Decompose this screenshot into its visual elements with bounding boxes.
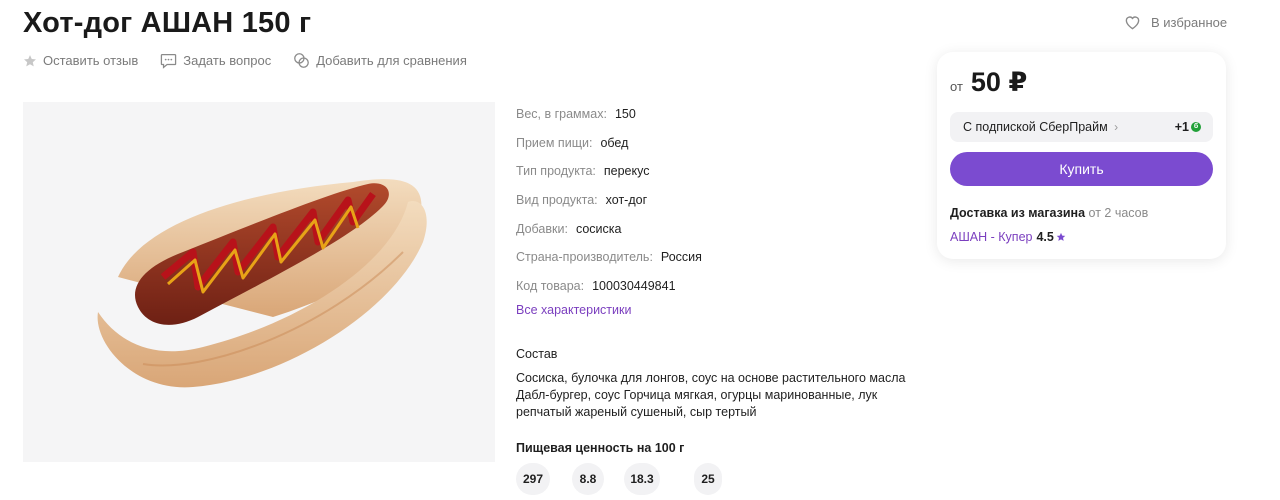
spec-row-additives: Добавки: сосиска	[516, 214, 702, 243]
leave-review-button[interactable]: Оставить отзыв	[23, 53, 138, 68]
page-title: Хот-дог АШАН 150 г	[23, 7, 312, 39]
nutrition-values: 297 8.8 18.3 25	[516, 463, 742, 495]
spec-row-country: Страна-производитель: Россия	[516, 243, 702, 272]
spec-row-product-type: Тип продукта: перекус	[516, 157, 702, 186]
hotdog-image	[97, 179, 427, 388]
spec-value: Россия	[660, 250, 702, 265]
spec-key: Прием пищи:	[516, 135, 593, 150]
spec-key: Страна-производитель:	[516, 250, 653, 265]
star-icon	[24, 54, 36, 66]
spec-value: 100030449841	[592, 278, 676, 293]
chat-icon	[161, 53, 177, 69]
spec-row-meal: Прием пищи: обед	[516, 129, 702, 158]
spec-key: Добавки:	[516, 221, 568, 236]
shop-info: АШАН - Купер 4.5	[950, 230, 1066, 244]
spec-value: сосиска	[575, 221, 622, 236]
spec-row-product-kind: Вид продукта: хот-дог	[516, 186, 702, 215]
add-to-compare-label: Добавить для сравнения	[316, 53, 467, 68]
sberprime-subscription-button[interactable]: С подпиской СберПрайм › +1 б	[950, 112, 1213, 142]
shop-name-link[interactable]: АШАН - Купер	[950, 230, 1032, 244]
offer-card: от 50 ₽ С подпиской СберПрайм › +1 б Куп…	[937, 52, 1226, 259]
nutrition-value: 25	[694, 463, 722, 495]
buy-button[interactable]: Купить	[950, 152, 1213, 186]
leave-review-label: Оставить отзыв	[43, 53, 139, 68]
composition-text: Сосиска, булочка для лонгов, соус на осн…	[516, 371, 906, 419]
spec-row-code: Код товара: 100030449841	[516, 272, 702, 301]
product-actions: Оставить отзыв Задать вопрос Добавить дл…	[23, 52, 489, 69]
subscription-bonus: +1 б	[1175, 120, 1201, 134]
product-image[interactable]	[23, 102, 495, 462]
ask-question-label: Задать вопрос	[183, 53, 272, 68]
nutrition-value: 297	[516, 463, 550, 495]
nutrition-value: 8.8	[572, 463, 604, 495]
spec-key: Код товара:	[516, 278, 585, 293]
sberspasibo-icon: б	[1191, 122, 1201, 132]
rating-star-icon	[1056, 232, 1066, 241]
price-row: от 50 ₽	[950, 67, 1027, 98]
ask-question-button[interactable]: Задать вопрос	[160, 53, 271, 69]
delivery-time: от 2 часов	[1088, 206, 1149, 220]
spec-value: перекус	[603, 164, 650, 179]
nutrition-heading: Пищевая ценность на 100 г	[516, 441, 685, 455]
composition-heading: Состав	[516, 347, 558, 361]
add-to-favorites-button[interactable]: В избранное	[1124, 15, 1227, 30]
all-specs-link[interactable]: Все характеристики	[516, 303, 631, 317]
spec-key: Вес, в граммах:	[516, 107, 607, 122]
bonus-value: +1	[1174, 120, 1189, 134]
nutrition-value: 18.3	[624, 463, 660, 495]
subscription-label: С подпиской СберПрайм	[963, 120, 1108, 134]
spec-value: 150	[614, 107, 636, 122]
spec-key: Вид продукта:	[516, 193, 598, 208]
price: 50 ₽	[970, 67, 1028, 97]
subscription-label-wrap: С подпиской СберПрайм ›	[963, 120, 1118, 134]
price-prefix: от	[950, 79, 963, 94]
delivery-label: Доставка из магазина	[950, 206, 1086, 220]
spec-row-weight: Вес, в граммах: 150	[516, 100, 702, 129]
favorites-label: В избранное	[1151, 15, 1228, 30]
specs-list: Вес, в граммах: 150 Прием пищи: обед Тип п…	[516, 100, 702, 300]
delivery-info: Доставка из магазина от 2 часов	[950, 206, 1148, 220]
spec-value: хот-дог	[605, 193, 648, 208]
chevron-right-icon: ›	[1114, 120, 1119, 134]
shop-rating: 4.5	[1036, 230, 1054, 244]
compare-icon	[294, 53, 310, 68]
spec-key: Тип продукта:	[516, 164, 596, 179]
spec-value: обед	[600, 135, 629, 150]
heart-icon	[1125, 16, 1140, 30]
add-to-compare-button[interactable]: Добавить для сравнения	[293, 52, 467, 69]
